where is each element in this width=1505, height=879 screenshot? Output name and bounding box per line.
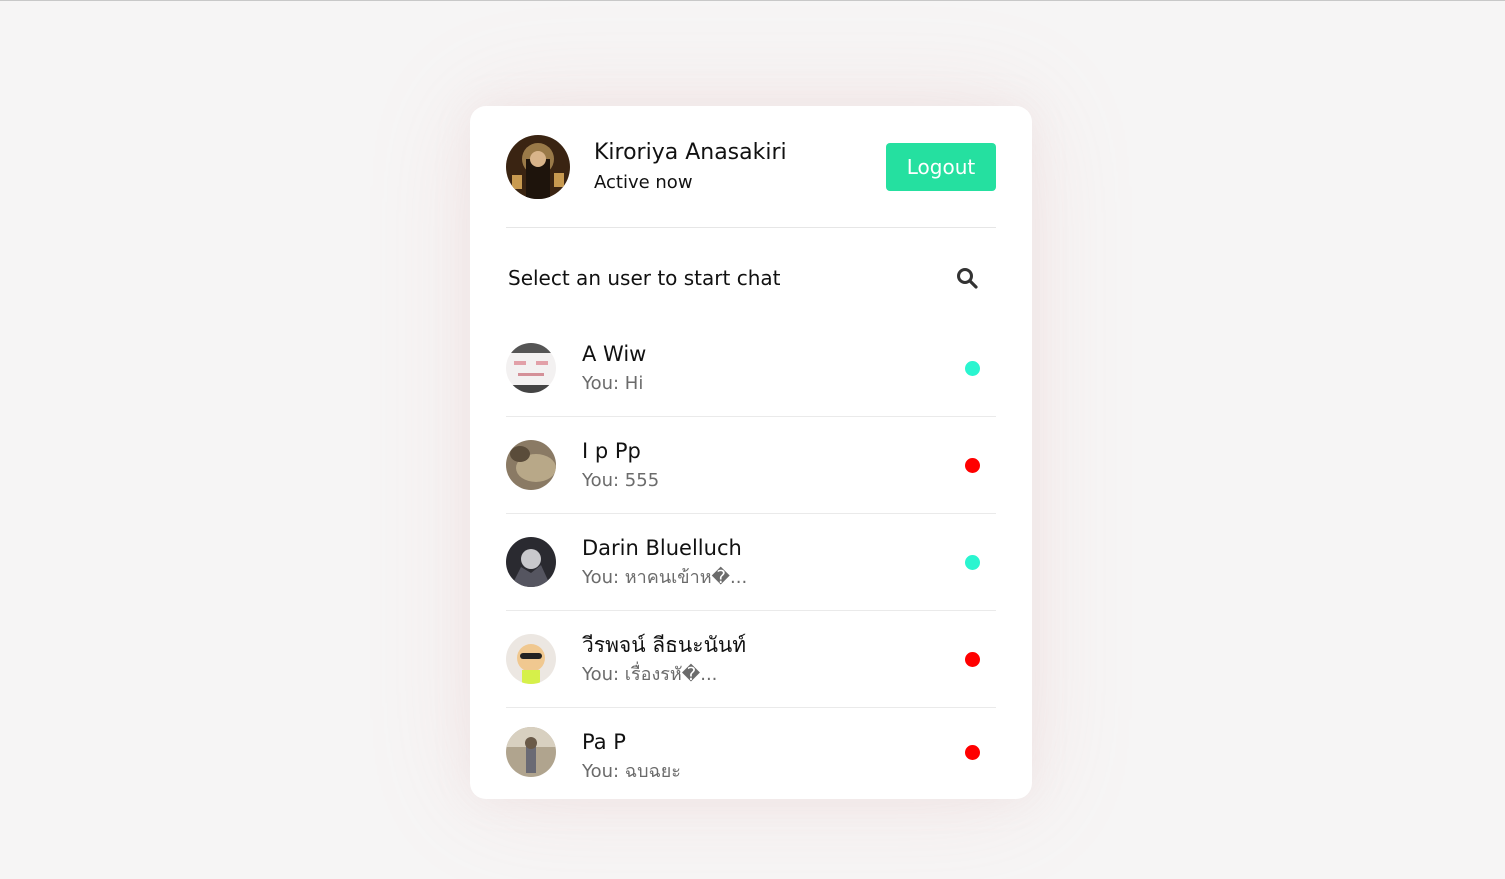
user-avatar: [506, 537, 556, 587]
current-user: Kiroriya Anasakiri Active now: [506, 134, 787, 199]
search-bar: Select an user to start chat: [506, 228, 996, 328]
user-last-message: You: เรื่องรหั�...: [582, 664, 718, 685]
user-list-item[interactable]: A Wiw You: Hi: [506, 320, 996, 417]
search-button[interactable]: [954, 265, 980, 291]
user-list-item[interactable]: Darin Bluelluch You: หาคนเข้าห�...: [506, 514, 996, 611]
user-name: Darin Bluelluch: [582, 536, 742, 560]
status-dot-online: [965, 360, 980, 376]
user-last-message: You: หาคนเข้าห�...: [582, 567, 748, 588]
user-list-item[interactable]: Pa P You: ฉบฉยะ: [506, 708, 996, 796]
status-dot-online: [965, 554, 980, 570]
user-avatar: [506, 343, 556, 393]
search-label: Select an user to start chat: [508, 266, 781, 290]
user-name: Pa P: [582, 730, 626, 754]
status-dot-offline: [965, 457, 980, 473]
user-last-message: You: Hi: [582, 373, 644, 394]
status-dot-offline: [965, 651, 980, 667]
search-icon: [957, 268, 978, 289]
logout-button[interactable]: Logout: [886, 142, 996, 191]
user-name: I p Pp: [582, 439, 641, 463]
user-avatar: [506, 727, 556, 777]
profile-header: Kiroriya Anasakiri Active now Logout: [506, 106, 996, 228]
user-list-item[interactable]: I p Pp You: 555: [506, 417, 996, 514]
current-user-avatar: [506, 134, 570, 199]
user-avatar: [506, 440, 556, 490]
user-name: วีรพจน์ ลีธนะนันท์: [582, 633, 747, 657]
user-name: A Wiw: [582, 342, 647, 366]
current-user-name: Kiroriya Anasakiri: [594, 139, 787, 165]
status-dot-offline: [965, 744, 980, 760]
current-user-status: Active now: [594, 171, 693, 193]
current-user-details: Kiroriya Anasakiri Active now: [594, 138, 787, 196]
users-list: A Wiw You: Hi I p Pp You: 555 Darin Blue…: [506, 320, 996, 796]
user-last-message: You: 555: [582, 470, 660, 491]
user-avatar: [506, 634, 556, 684]
user-last-message: You: ฉบฉยะ: [582, 761, 681, 777]
chat-users-panel: Kiroriya Anasakiri Active now Logout Sel…: [470, 106, 1032, 799]
user-list-item[interactable]: วีรพจน์ ลีธนะนันท์ You: เรื่องรหั�...: [506, 611, 996, 708]
